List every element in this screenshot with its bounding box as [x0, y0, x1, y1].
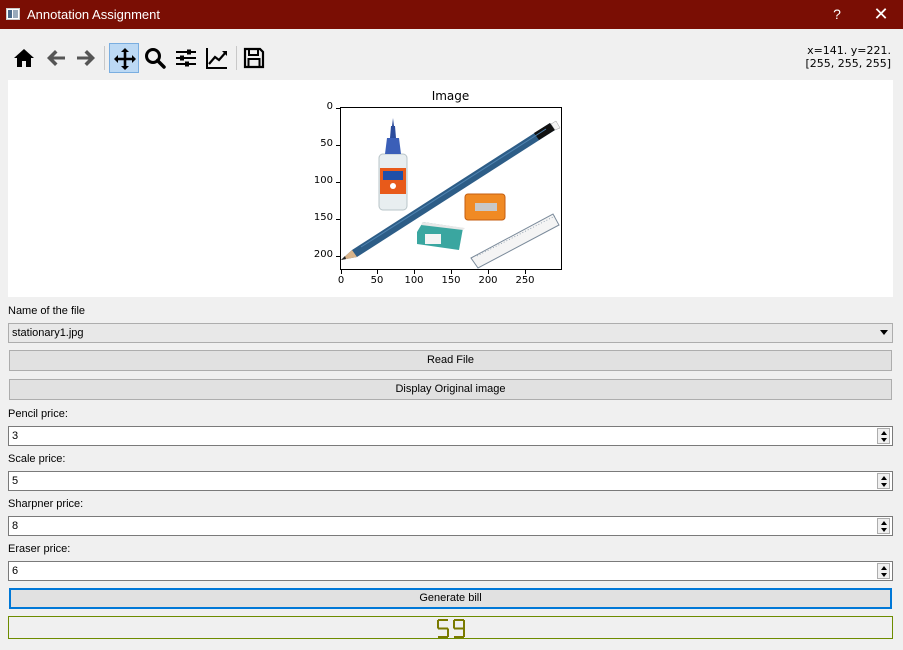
configure-subplots-icon — [176, 49, 196, 67]
total-digits — [9, 618, 892, 642]
y-tick-mark — [336, 182, 340, 183]
pencil-price-value[interactable]: 3 — [12, 430, 18, 442]
sharpner-price-label: Sharpner price: — [8, 498, 84, 510]
scale-price-spinbox[interactable]: 5 — [8, 471, 893, 491]
total-lcd-display — [8, 616, 893, 639]
home-button[interactable] — [9, 43, 39, 73]
y-tick-mark — [336, 219, 340, 220]
sharpner-price-spinbox[interactable]: 8 — [8, 516, 893, 536]
pencil-price-spinbox[interactable]: 3 — [8, 426, 893, 446]
back-button[interactable] — [41, 43, 71, 73]
y-tick-mark — [336, 256, 340, 257]
cursor-coordinates: x=141. y=221. [255, 255, 255] — [805, 44, 891, 70]
figure-canvas[interactable]: Image 0 50 100 150 200 0 50 100 150 200 … — [8, 80, 893, 297]
forward-button[interactable] — [71, 43, 101, 73]
spin-arrows[interactable] — [877, 518, 890, 534]
help-button[interactable]: ? — [826, 4, 848, 24]
x-tick-label: 100 — [404, 275, 424, 286]
x-tick-label: 250 — [515, 275, 535, 286]
spin-down-icon[interactable] — [881, 528, 887, 532]
x-tick-label: 150 — [441, 275, 461, 286]
scale-price-value[interactable]: 5 — [12, 475, 18, 487]
edit-axis-icon — [206, 48, 227, 69]
close-button[interactable]: ✕ — [868, 3, 894, 25]
x-tick-mark — [488, 270, 489, 274]
total-digits-graphic — [436, 619, 465, 638]
spin-up-icon[interactable] — [881, 476, 887, 480]
spin-arrows[interactable] — [877, 473, 890, 489]
spin-down-icon[interactable] — [881, 438, 887, 442]
read-file-button[interactable]: Read File — [9, 350, 892, 371]
image-axes[interactable] — [340, 107, 562, 270]
spin-down-icon[interactable] — [881, 483, 887, 487]
y-tick-label: 0 — [326, 101, 333, 112]
display-original-button[interactable]: Display Original image — [9, 379, 892, 400]
x-tick-label: 200 — [478, 275, 498, 286]
pan-button[interactable] — [109, 43, 139, 73]
plot-title: Image — [431, 89, 470, 103]
file-name-label: Name of the file — [8, 305, 86, 317]
eraser-price-spinbox[interactable]: 6 — [8, 561, 893, 581]
x-tick-mark — [414, 270, 415, 274]
zoom-icon — [145, 48, 166, 69]
spin-down-icon[interactable] — [881, 573, 887, 577]
y-tick-label: 200 — [313, 249, 333, 260]
stationery-image — [341, 118, 561, 269]
scale-price-label: Scale price: — [8, 453, 66, 465]
zoom-button[interactable] — [140, 43, 170, 73]
title-bar: Annotation Assignment ? ✕ — [0, 0, 903, 29]
pencil-price-label: Pencil price: — [8, 408, 68, 420]
x-tick-mark — [341, 270, 342, 274]
generate-bill-button[interactable]: Generate bill — [9, 588, 892, 609]
y-tick-label: 100 — [313, 175, 333, 186]
toolbar-separator — [236, 46, 237, 70]
forward-icon — [77, 50, 95, 66]
app-icon — [6, 7, 20, 21]
back-icon — [47, 50, 65, 66]
toolbar-separator — [104, 46, 105, 70]
x-tick-mark — [451, 270, 452, 274]
spin-up-icon[interactable] — [881, 431, 887, 435]
home-icon — [14, 49, 34, 67]
spin-arrows[interactable] — [877, 428, 890, 444]
sharpner-price-value[interactable]: 8 — [12, 520, 18, 532]
x-tick-label: 50 — [370, 275, 384, 286]
x-tick-mark — [377, 270, 378, 274]
window-title: Annotation Assignment — [27, 7, 160, 22]
y-tick-mark — [336, 145, 340, 146]
file-select-value: stationary1.jpg — [12, 327, 84, 339]
file-select[interactable]: stationary1.jpg — [8, 323, 893, 343]
spin-up-icon[interactable] — [881, 566, 887, 570]
x-tick-mark — [525, 270, 526, 274]
edit-axis-button[interactable] — [202, 43, 232, 73]
spin-up-icon[interactable] — [881, 521, 887, 525]
x-tick-label: 0 — [337, 275, 345, 286]
y-tick-label: 150 — [313, 212, 333, 223]
coords-xy: x=141. y=221. — [807, 44, 891, 57]
configure-subplots-button[interactable] — [171, 43, 201, 73]
y-tick-mark — [336, 108, 340, 109]
eraser-price-value[interactable]: 6 — [12, 565, 18, 577]
eraser-price-label: Eraser price: — [8, 543, 71, 555]
pan-icon — [114, 48, 136, 70]
chevron-down-icon[interactable] — [880, 330, 888, 335]
y-tick-label: 50 — [320, 138, 333, 149]
spin-arrows[interactable] — [877, 563, 890, 579]
save-button[interactable] — [239, 43, 269, 73]
save-icon — [243, 47, 265, 69]
coords-rgb: [255, 255, 255] — [805, 57, 891, 70]
